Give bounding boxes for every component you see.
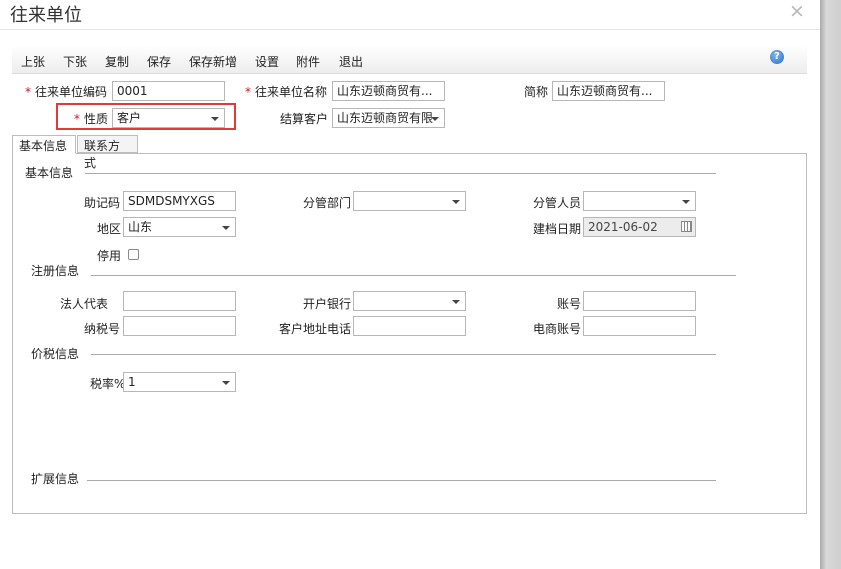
- code-label: * 往来单位编码: [25, 85, 108, 99]
- disabled-checkbox[interactable]: [128, 249, 139, 260]
- created-date-value: 2021-06-02: [588, 220, 658, 234]
- disabled-label: 停用: [97, 249, 122, 263]
- legal-rep-input[interactable]: [123, 291, 236, 311]
- name-input[interactable]: 山东迈顿商贸有...: [332, 81, 445, 101]
- tab-contact[interactable]: 联系方式: [77, 135, 138, 170]
- section-basic-title: 基本信息: [25, 166, 74, 180]
- background-shadow: [820, 0, 841, 569]
- address-phone-label: 客户地址电话: [279, 322, 352, 336]
- settings-button[interactable]: 设置: [255, 53, 279, 70]
- settle-customer-label: 结算客户: [280, 112, 329, 126]
- save-button[interactable]: 保存: [147, 53, 171, 70]
- region-value: 山东: [128, 220, 153, 234]
- short-name-input[interactable]: 山东迈顿商贸有...: [552, 81, 665, 101]
- tax-rate-label: 税率%: [90, 377, 126, 391]
- settle-customer-select[interactable]: 山东迈顿商贸有限: [332, 108, 445, 128]
- close-icon[interactable]: ×: [789, 0, 805, 22]
- bank-label: 开户银行: [303, 297, 352, 311]
- settle-customer-value: 山东迈顿商贸有限: [337, 111, 434, 125]
- next-button[interactable]: 下张: [63, 53, 87, 70]
- tax-no-label: 纳税号: [84, 322, 121, 336]
- section-divider: [87, 480, 716, 481]
- tab-basic-info[interactable]: 基本信息: [12, 135, 76, 154]
- staff-label: 分管人员: [533, 196, 582, 210]
- section-tax-title: 价税信息: [31, 347, 80, 361]
- mnemonic-label: 助记码: [84, 196, 121, 210]
- tax-no-input[interactable]: [123, 316, 236, 336]
- created-date-label: 建档日期: [533, 222, 582, 236]
- toolbar: 上张 下张 复制 保存 保存新增 设置 附件 退出: [12, 45, 807, 74]
- dept-label: 分管部门: [303, 196, 352, 210]
- section-extension-title: 扩展信息: [31, 472, 80, 486]
- dialog-title: 往来单位: [10, 5, 82, 26]
- save-and-new-button[interactable]: 保存新增: [189, 53, 237, 70]
- region-label: 地区: [97, 222, 122, 236]
- region-select[interactable]: 山东: [123, 217, 236, 237]
- section-divider: [91, 354, 716, 355]
- chevron-down-icon: [431, 117, 439, 121]
- section-registration-title: 注册信息: [31, 264, 80, 278]
- bank-select[interactable]: [353, 291, 466, 311]
- chevron-down-icon: [452, 300, 460, 304]
- tax-rate-value: 1: [128, 375, 136, 389]
- staff-select[interactable]: [583, 191, 696, 211]
- name-label: * 往来单位名称: [245, 85, 328, 99]
- chevron-down-icon: [222, 226, 230, 230]
- dept-select[interactable]: [353, 191, 466, 211]
- calendar-icon[interactable]: [681, 221, 692, 232]
- ecommerce-account-input[interactable]: [583, 316, 696, 336]
- legal-rep-label: 法人代表: [60, 297, 109, 311]
- ecommerce-account-label: 电商账号: [533, 322, 582, 336]
- account-input[interactable]: [583, 291, 696, 311]
- section-divider: [85, 173, 716, 174]
- help-icon[interactable]: ?: [770, 50, 784, 64]
- prev-button[interactable]: 上张: [21, 53, 45, 70]
- account-label: 账号: [557, 297, 582, 311]
- section-divider: [91, 275, 736, 276]
- title-divider: [0, 29, 820, 30]
- address-phone-input[interactable]: [353, 316, 466, 336]
- created-date-input[interactable]: 2021-06-02: [583, 217, 696, 237]
- tax-rate-select[interactable]: 1: [123, 372, 236, 392]
- mnemonic-input[interactable]: SDMDSMYXGS: [123, 191, 236, 211]
- highlight-box: [56, 103, 236, 130]
- short-name-label: 简称: [524, 85, 549, 99]
- copy-button[interactable]: 复制: [105, 53, 129, 70]
- exit-button[interactable]: 退出: [339, 53, 363, 70]
- chevron-down-icon: [682, 200, 690, 204]
- chevron-down-icon: [452, 200, 460, 204]
- code-input[interactable]: 0001: [112, 81, 225, 101]
- chevron-down-icon: [222, 381, 230, 385]
- attachment-button[interactable]: 附件: [296, 53, 320, 70]
